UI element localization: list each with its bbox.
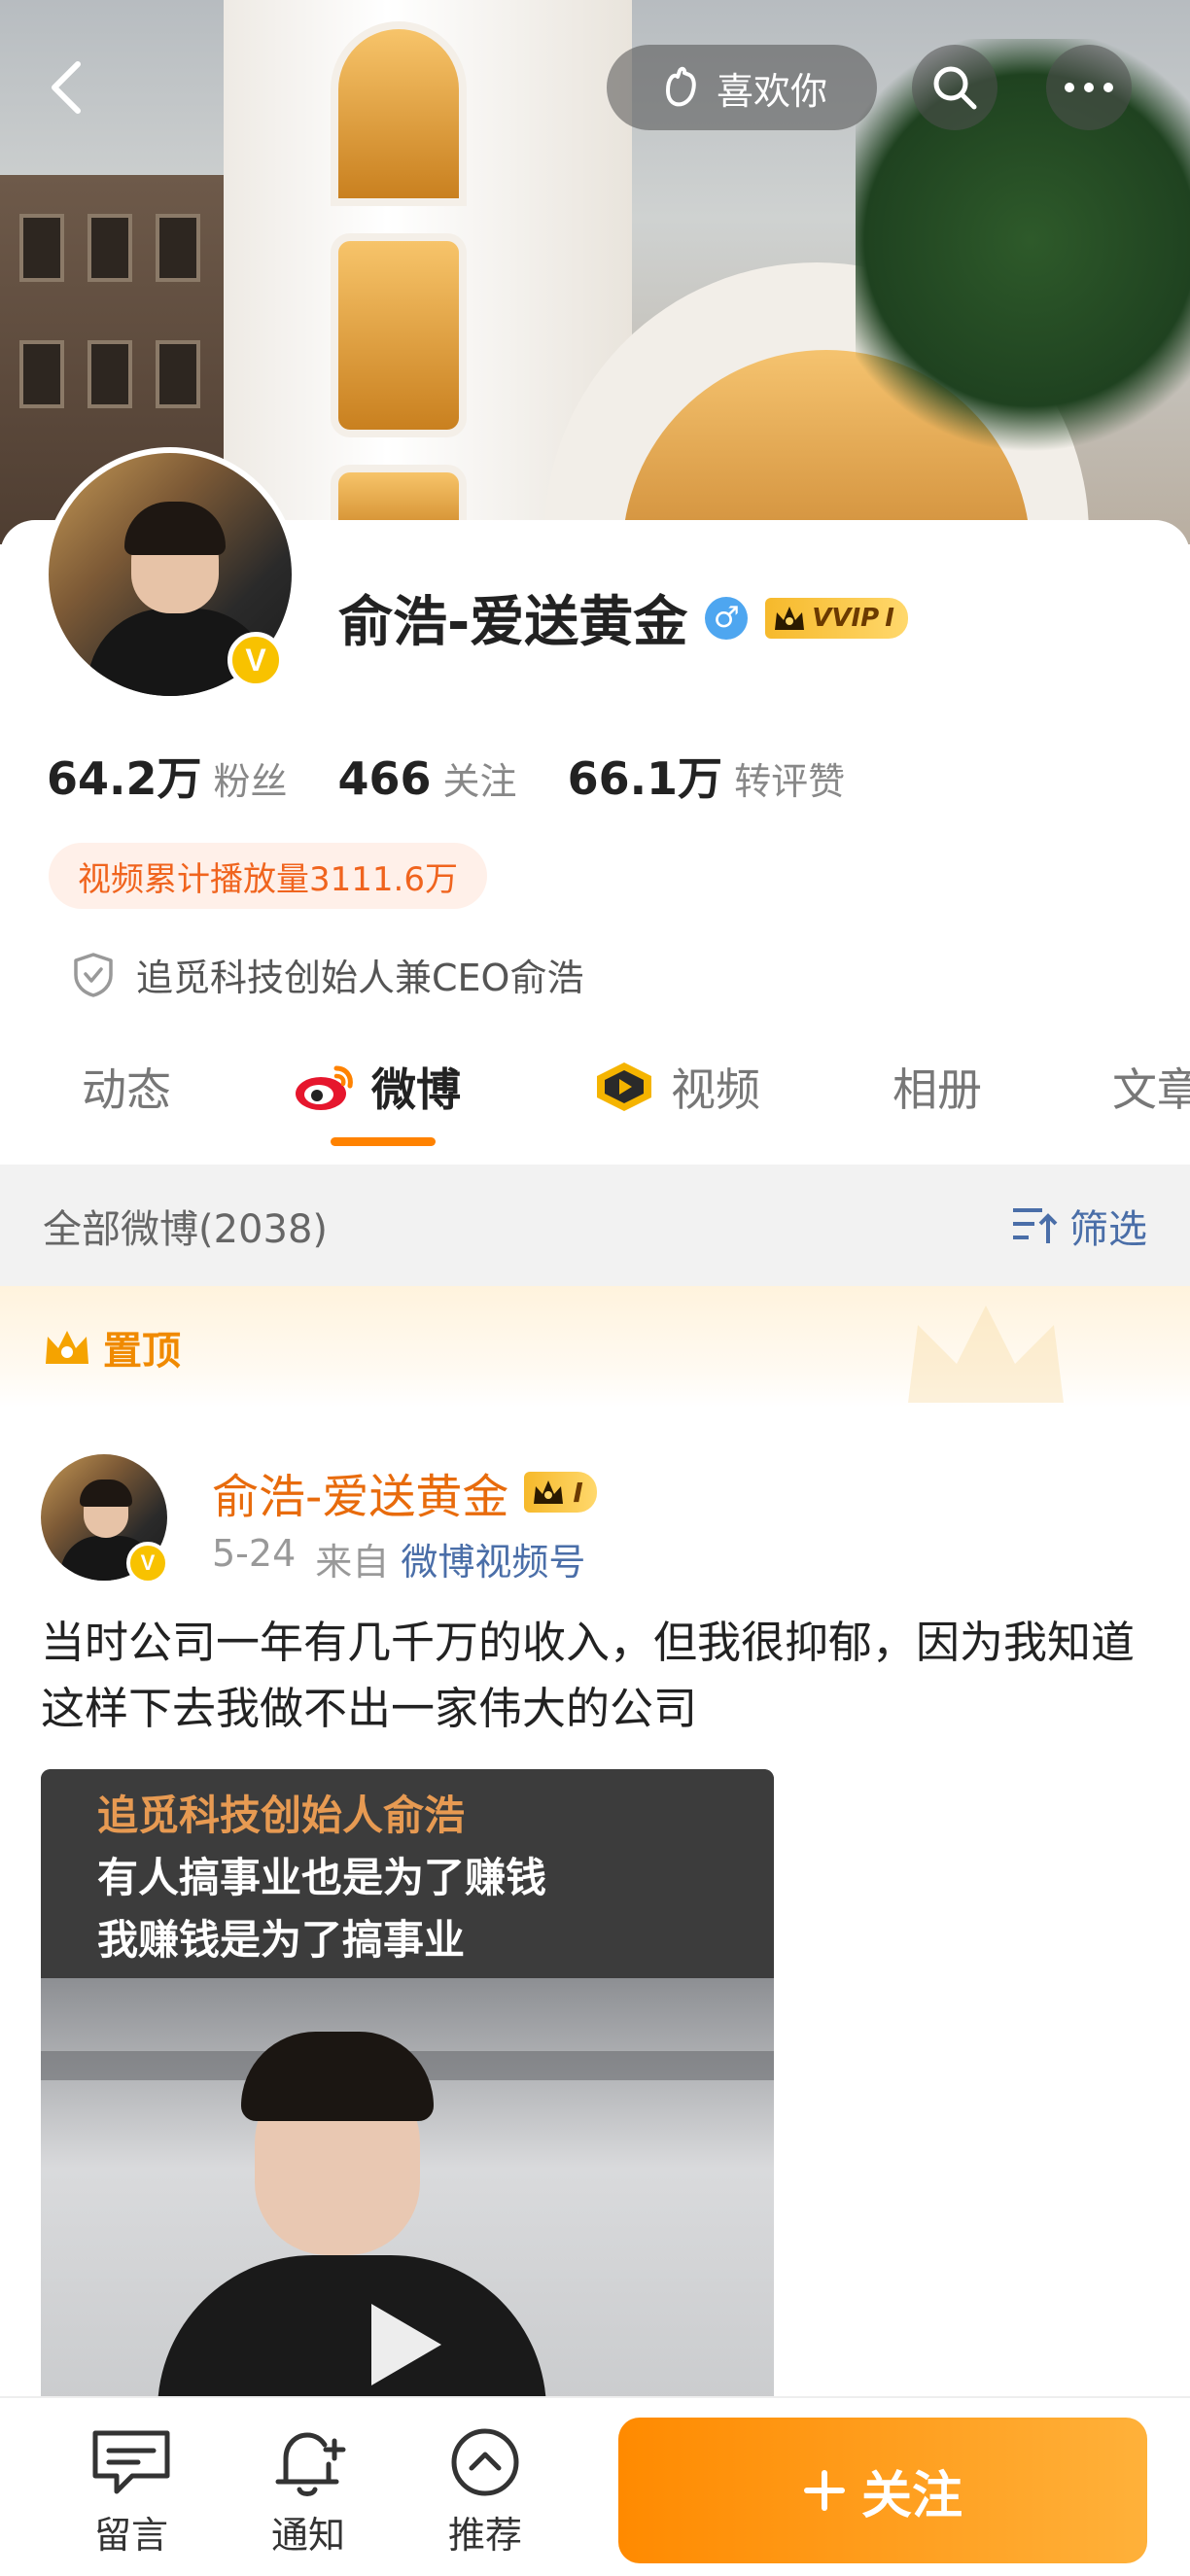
profile-tabs: 动态 微博 视频 相册 文章 (0, 1016, 1190, 1162)
active-tab-indicator (331, 1137, 436, 1146)
profile-stats: 64.2万 粉丝 466 关注 66.1万 转评赞 (47, 744, 895, 808)
chevron-left-icon (52, 61, 81, 114)
vvip-label: VVIP (812, 603, 880, 633)
play-icon[interactable] (371, 2304, 441, 2385)
post-source-link[interactable]: 微博视频号 (401, 1541, 585, 1584)
post-text: 当时公司一年有几千万的收入，但我很抑郁，因为我知道这样下去我做不出一家伟大的公司 (41, 1617, 1136, 1734)
member-level: Ⅰ (573, 1476, 583, 1509)
stat-value: 64.2万 (47, 752, 202, 805)
follow-label: 关注 (860, 2466, 962, 2525)
top-bar: 喜欢你 (0, 39, 1190, 146)
filter-label: 筛选 (1069, 1206, 1147, 1252)
post-author-row: 俞浩-爱送黄金 Ⅰ (212, 1458, 597, 1526)
weibo-logo-icon (296, 1065, 353, 1110)
post-meta: 5-24 来自 微博视频号 (212, 1532, 585, 1585)
bell-plus-icon (275, 2432, 346, 2496)
post-from-label: 来自 (315, 1541, 390, 1584)
male-gender-icon: ♂ (705, 596, 749, 640)
stat-value: 66.1万 (567, 752, 723, 805)
search-button[interactable] (912, 45, 998, 130)
shield-check-icon (74, 952, 113, 997)
profile-name: 俞浩-爱送黄金 (338, 591, 688, 654)
notify-label: 通知 (270, 2514, 345, 2557)
vvip-badge[interactable]: VVIP Ⅰ (765, 597, 908, 639)
bottom-action-bar: 留言 通知 推荐 关注 (0, 2396, 1190, 2576)
stat-label: 转评赞 (734, 760, 846, 803)
recommend-label: 推荐 (447, 2514, 522, 2557)
banner-window (331, 233, 467, 437)
tab-label: 文章 (1112, 1063, 1190, 1116)
certification-text: 追觅科技创始人兼CEO俞浩 (136, 957, 584, 999)
more-button[interactable] (1046, 45, 1132, 130)
tab-label: 视频 (671, 1063, 760, 1116)
crown-icon (46, 1330, 88, 1364)
message-label: 留言 (93, 2514, 168, 2557)
search-icon (933, 66, 977, 110)
message-button[interactable]: 留言 (68, 2425, 194, 2559)
post-author-name[interactable]: 俞浩-爱送黄金 (212, 1458, 508, 1526)
video-channel-icon (597, 1062, 651, 1111)
post-date: 5-24 (212, 1532, 297, 1575)
plus-icon (803, 2470, 845, 2511)
video-caption-line: 追觅科技创始人俞浩 (97, 1792, 466, 1839)
video-play-count-tag[interactable]: 视频累计播放量3111.6万 (49, 843, 487, 909)
profile-name-row: 俞浩-爱送黄金 ♂ VVIP Ⅰ (338, 578, 908, 657)
certification-row: 追觅科技创始人兼CEO俞浩 (72, 948, 583, 1001)
crown-icon (534, 1480, 564, 1504)
stat-label: 关注 (442, 760, 517, 803)
profile-avatar[interactable]: V (43, 447, 298, 702)
filter-sort-icon (1013, 1207, 1058, 1243)
tab-articles[interactable]: 文章 (1112, 1055, 1190, 1119)
stat-value: 466 (337, 752, 432, 805)
like-you-label: 喜欢你 (716, 69, 827, 113)
video-caption: 追觅科技创始人俞浩 有人搞事业也是为了赚钱 我赚钱是为了搞事业 (41, 1769, 774, 1978)
tab-album[interactable]: 相册 (892, 1055, 982, 1119)
video-caption-line: 我赚钱是为了搞事业 (97, 1916, 466, 1964)
stat-fans[interactable]: 64.2万 粉丝 (47, 744, 288, 808)
hand-heart-icon (665, 66, 696, 107)
video-caption-line: 有人搞事业也是为了赚钱 (97, 1854, 547, 1901)
stat-following[interactable]: 466 关注 (338, 751, 517, 805)
tab-label: 微博 (371, 1063, 461, 1116)
tab-label: 动态 (82, 1063, 171, 1116)
notify-button[interactable]: 通知 (245, 2425, 371, 2559)
pinned-label: 置顶 (103, 1328, 181, 1374)
chat-bubble-icon (92, 2430, 170, 2494)
tab-weibo[interactable]: 微博 (294, 1055, 461, 1119)
crown-icon (775, 606, 805, 630)
stat-label: 粉丝 (213, 760, 288, 803)
crown-watermark-icon (908, 1305, 1064, 1403)
recommend-button[interactable]: 推荐 (422, 2425, 548, 2559)
stat-interactions[interactable]: 66.1万 转评赞 (568, 744, 846, 808)
weibo-count: 全部微博(2038) (43, 1206, 329, 1252)
back-button[interactable] (39, 56, 101, 119)
feed-header: 全部微博(2038) 筛选 (0, 1165, 1190, 1286)
tab-feed[interactable]: 动态 (82, 1055, 171, 1119)
verified-badge: V (228, 632, 284, 688)
follow-button[interactable]: 关注 (618, 2418, 1147, 2563)
member-level-badge[interactable]: Ⅰ (524, 1472, 597, 1513)
verified-badge: V (126, 1542, 169, 1584)
vvip-level: Ⅰ (885, 603, 894, 633)
chevron-up-circle-icon (451, 2428, 519, 2496)
tab-video[interactable]: 视频 (591, 1055, 760, 1119)
like-you-button[interactable]: 喜欢你 (607, 45, 877, 130)
pinned-banner: 置顶 (0, 1286, 1190, 1408)
more-dots-icon (1065, 83, 1113, 92)
filter-button[interactable]: 筛选 (1011, 1198, 1147, 1254)
tab-label: 相册 (892, 1063, 982, 1116)
